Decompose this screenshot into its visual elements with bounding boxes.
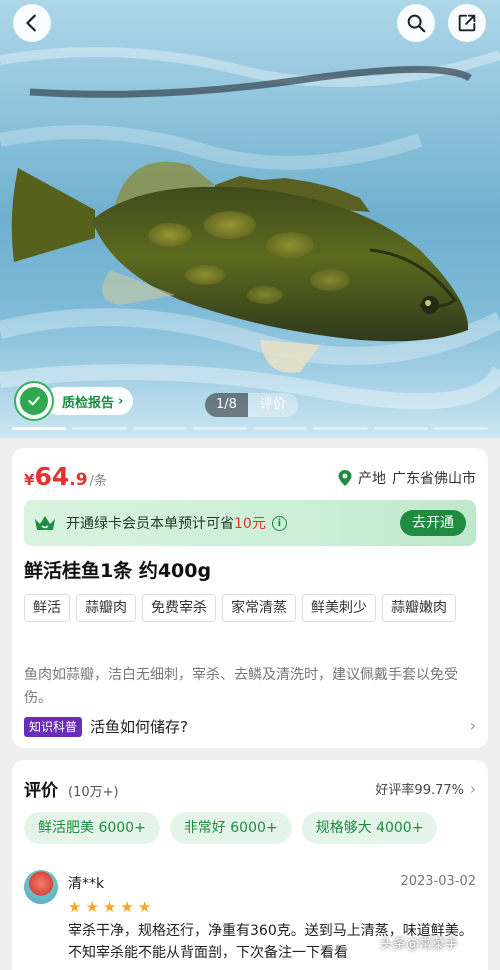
chevron-left-icon (26, 14, 36, 32)
share-button[interactable] (448, 4, 486, 42)
user-name: 清**k (68, 876, 105, 892)
progress-segment (253, 427, 308, 430)
progress-segment (313, 427, 368, 430)
rating-stars: ★ ★ ★ ★ ★ (68, 900, 151, 915)
progress-segment (12, 427, 67, 430)
vip-amount: 10元 (234, 516, 266, 532)
review-date: 2023-03-02 (400, 874, 476, 889)
review-title: 评价 (24, 781, 58, 801)
review-count: (10万+) (68, 785, 119, 800)
chevron-right-icon: › (470, 779, 476, 798)
product-tag: 家常清蒸 (222, 594, 296, 622)
knowledge-badge: 知识科普 (24, 716, 83, 737)
product-description: 鱼肉如蒜瓣，洁白无细刺，宰杀、去鳞及清洗时，建议佩戴手套以免受伤。 (24, 667, 458, 706)
review-chips: 鲜活肥美 6000+ 非常好 6000+ 规格够大 4000+ (24, 812, 438, 844)
product-tag: 鲜美刺少 (302, 594, 376, 622)
location-pin-icon (338, 470, 352, 486)
star-icon: ★ (137, 898, 152, 916)
product-title: 鲜活桂鱼1条 约400g (24, 560, 212, 582)
chevron-right-icon: › (469, 716, 476, 735)
origin: 产地 广东省佛山市 (338, 468, 476, 488)
review-header: 评价 (10万+) (24, 776, 119, 801)
origin-label: 产地 (358, 471, 386, 487)
progress-segment (373, 427, 428, 430)
review-filter-chip[interactable]: 鲜活肥美 6000+ (24, 812, 160, 844)
price-integer: 64 (34, 462, 70, 491)
price-decimal: .9 (69, 470, 88, 490)
knowledge-question: 活鱼如何储存? (90, 718, 188, 736)
price-unit: /条 (89, 474, 107, 489)
product-tag: 免费宰杀 (142, 594, 216, 622)
share-icon (458, 14, 476, 32)
fish-photo (0, 47, 500, 410)
star-icon: ★ (120, 898, 134, 916)
crown-icon (35, 516, 55, 530)
progress-segment (132, 427, 187, 430)
avatar (24, 870, 58, 904)
knowledge-link[interactable]: 知识科普 活鱼如何储存? › (24, 716, 476, 737)
chevron-right-icon: › (118, 393, 124, 409)
product-tag: 蒜瓣肉 (76, 594, 136, 622)
watermark: 头条@常菜手 (380, 937, 459, 952)
vip-open-button[interactable]: 去开通 (400, 510, 466, 536)
info-icon[interactable]: i (271, 515, 287, 531)
back-button[interactable] (13, 4, 51, 42)
quality-report-button[interactable]: 质检报告 › (14, 381, 134, 421)
check-shield-icon (28, 396, 40, 406)
product-tag: 蒜瓣嫩肉 (382, 594, 456, 622)
carousel-progress (12, 427, 488, 430)
review-filter-chip[interactable]: 规格够大 4000+ (301, 812, 438, 844)
vip-banner[interactable]: 开通绿卡会员本单预计可省10元 i 去开通 (24, 500, 476, 546)
star-icon: ★ (102, 898, 117, 916)
progress-segment (433, 427, 488, 430)
good-rate: 好评率99.77% (375, 783, 464, 798)
product-tags: 鲜活 蒜瓣肉 免费宰杀 家常清蒸 鲜美刺少 蒜瓣嫩肉 (24, 594, 476, 622)
product-tag: 鲜活 (24, 594, 70, 622)
product-image-carousel[interactable]: 质检报告 › 1/8 评价 (0, 0, 500, 438)
review-filter-chip[interactable]: 非常好 6000+ (169, 812, 292, 844)
progress-segment (192, 427, 247, 430)
good-rate-link[interactable]: 好评率99.77% › (375, 779, 476, 799)
vip-text: 开通绿卡会员本单预计可省10元 (66, 513, 266, 533)
page-counter: 1/8 (205, 393, 248, 417)
quality-report-label: 质检报告 (62, 395, 115, 411)
vip-text-main: 开通绿卡会员本单预计可省 (66, 516, 234, 532)
currency-symbol: ¥ (24, 471, 35, 489)
search-button[interactable] (397, 4, 435, 42)
product-info-card: ¥ 64 .9 /条 产地 广东省佛山市 开通绿卡会员本单预计可省10元 i 去… (12, 448, 488, 748)
search-icon (407, 14, 426, 33)
star-icon: ★ (85, 898, 99, 916)
progress-segment (72, 427, 127, 430)
star-icon: ★ (68, 898, 82, 916)
price: ¥ 64 .9 /条 (24, 462, 107, 491)
review-tab[interactable]: 评价 (247, 393, 298, 417)
origin-value: 广东省佛山市 (392, 471, 476, 487)
quality-seal-icon (14, 381, 54, 421)
carousel-indicator: 1/8 评价 (205, 393, 298, 417)
